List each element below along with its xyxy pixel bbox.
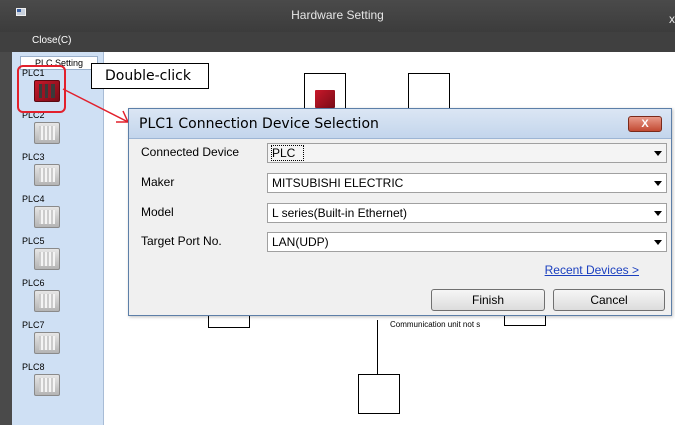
maker-label: Maker — [141, 175, 175, 189]
plc1-highlight — [17, 65, 66, 113]
target-port-value: LAN(UDP) — [272, 235, 329, 249]
diagram-plc-node[interactable] — [304, 73, 346, 113]
connected-device-value: PLC — [270, 145, 305, 161]
menu-close[interactable]: Close(C) — [32, 35, 71, 46]
title-bar: Hardware Setting x — [0, 0, 675, 32]
plc-unit-icon[interactable] — [34, 122, 60, 144]
chevron-down-icon[interactable] — [654, 240, 662, 245]
dialog-close-button[interactable]: X — [628, 116, 662, 132]
dialog-title-bar[interactable]: PLC1 Connection Device Selection X — [129, 109, 671, 139]
plc-item-3[interactable]: PLC3 — [22, 152, 102, 192]
plc-unit-icon[interactable] — [34, 206, 60, 228]
plc-unit-icon[interactable] — [34, 332, 60, 354]
connector-line — [377, 320, 378, 374]
maker-select[interactable]: MITSUBISHI ELECTRIC — [267, 173, 667, 193]
plc-item-label: PLC7 — [22, 320, 45, 330]
left-edge — [0, 52, 12, 425]
model-value: L series(Built-in Ethernet) — [272, 206, 407, 220]
plc-unit-icon[interactable] — [34, 164, 60, 186]
plc-unit-icon — [315, 90, 335, 108]
plc-unit-icon[interactable] — [34, 374, 60, 396]
plc-item-4[interactable]: PLC4 — [22, 194, 102, 234]
connected-device-select[interactable]: PLC — [267, 143, 667, 163]
recent-devices-link[interactable]: Recent Devices > — [545, 263, 639, 277]
model-select[interactable]: L series(Built-in Ethernet) — [267, 203, 667, 223]
menu-bar: Close(C) — [0, 32, 675, 52]
plc-item-7[interactable]: PLC7 — [22, 320, 102, 360]
comm-note: Communication unit not s — [390, 320, 481, 329]
connected-device-label: Connected Device — [141, 145, 240, 159]
finish-button[interactable]: Finish — [431, 289, 545, 311]
plc-item-5[interactable]: PLC5 — [22, 236, 102, 276]
plc-item-8[interactable]: PLC8 — [22, 362, 102, 402]
plc-item-label: PLC5 — [22, 236, 45, 246]
maker-value: MITSUBISHI ELECTRIC — [272, 176, 404, 190]
window-close-icon[interactable]: x — [669, 12, 675, 26]
chevron-down-icon[interactable] — [654, 211, 662, 216]
diagram-node-lower[interactable] — [358, 374, 400, 414]
target-port-label: Target Port No. — [141, 234, 222, 248]
arrow-icon — [62, 88, 130, 123]
dialog-title: PLC1 Connection Device Selection — [139, 116, 379, 132]
plc-unit-icon[interactable] — [34, 248, 60, 270]
window-title: Hardware Setting — [291, 8, 384, 22]
diagram-empty-node[interactable] — [408, 73, 450, 113]
model-label: Model — [141, 205, 174, 219]
plc-item-label: PLC6 — [22, 278, 45, 288]
plc-item-6[interactable]: PLC6 — [22, 278, 102, 318]
chevron-down-icon[interactable] — [654, 181, 662, 186]
plc-item-label: PLC4 — [22, 194, 45, 204]
plc-item-label: PLC3 — [22, 152, 45, 162]
connection-device-dialog: PLC1 Connection Device Selection X Conne… — [128, 108, 672, 316]
target-port-select[interactable]: LAN(UDP) — [267, 232, 667, 252]
plc-item-label: PLC8 — [22, 362, 45, 372]
cancel-button[interactable]: Cancel — [553, 289, 665, 311]
chevron-down-icon[interactable] — [654, 151, 662, 156]
plc-unit-icon[interactable] — [34, 290, 60, 312]
